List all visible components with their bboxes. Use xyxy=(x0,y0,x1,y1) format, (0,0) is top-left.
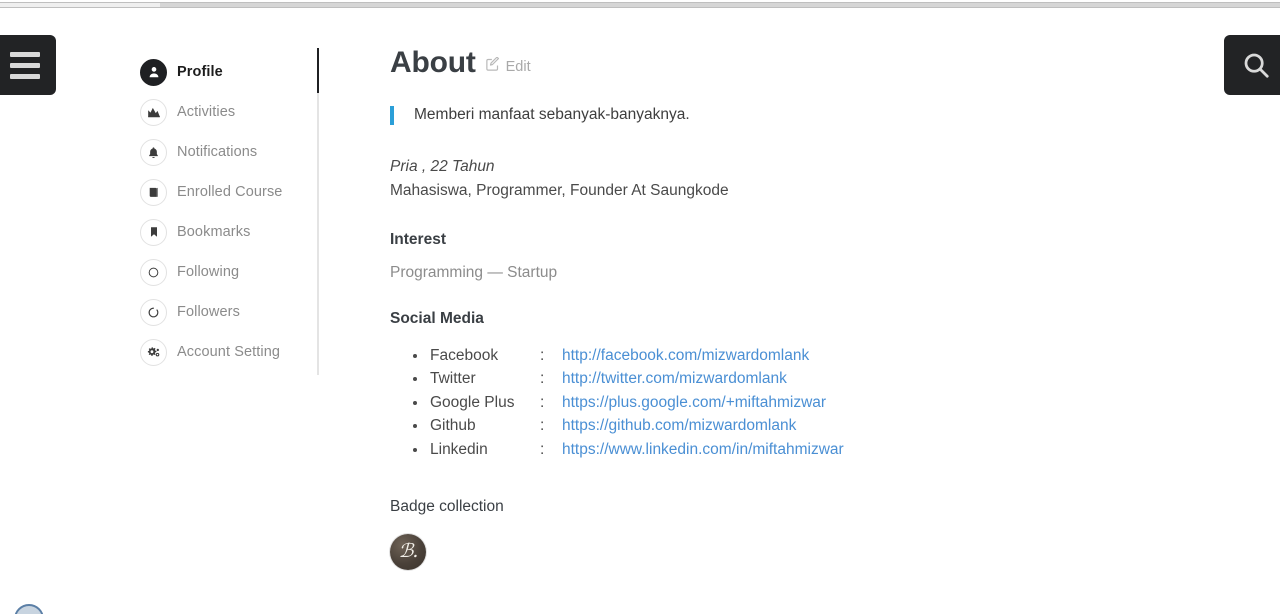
page-root: Profile Activities Notifications Enrolle… xyxy=(0,0,1280,614)
book-icon xyxy=(140,178,167,206)
hamburger-icon-bar xyxy=(10,73,40,79)
social-label: Twitter xyxy=(430,370,476,388)
social-label: Github xyxy=(430,417,476,435)
sidebar-item-label: Notifications xyxy=(177,144,258,160)
sidebar-item-label: Activities xyxy=(177,104,236,120)
user-icon xyxy=(140,58,167,86)
badge-collection-heading: Badge collection xyxy=(390,498,504,516)
search-button[interactable] xyxy=(1224,35,1280,95)
profile-sidebar: Profile Activities Notifications Enrolle… xyxy=(140,52,318,372)
bio-gender-age: Pria , 22 Tahun xyxy=(390,157,495,175)
social-separator: : xyxy=(540,417,545,435)
badge-collection-list: ℬ. xyxy=(390,534,1230,571)
list-item: Github : https://github.com/mizwardomlan… xyxy=(428,414,1230,438)
hamburger-icon-bar xyxy=(10,51,40,57)
search-icon xyxy=(1241,50,1271,80)
sidebar-item-following[interactable]: Following xyxy=(140,252,318,292)
sidebar-item-bookmarks[interactable]: Bookmarks xyxy=(140,212,318,252)
sidebar-item-label: Followers xyxy=(177,304,240,320)
sidebar-item-followers[interactable]: Followers xyxy=(140,292,318,332)
bio-occupation: Mahasiswa, Programmer, Founder At Saungk… xyxy=(390,181,729,199)
edit-about-button[interactable]: Edit xyxy=(485,56,531,77)
hamburger-icon-bar xyxy=(10,62,40,68)
sidebar-item-label: Following xyxy=(177,264,240,280)
social-separator: : xyxy=(540,393,545,411)
top-scroll-strip[interactable] xyxy=(0,2,1280,8)
bootstrap-badge[interactable]: ℬ. xyxy=(390,534,426,571)
sidebar-active-indicator xyxy=(317,48,319,93)
menu-toggle-button[interactable] xyxy=(0,35,56,95)
sidebar-item-label: Account Setting xyxy=(177,344,281,360)
list-item: Google Plus : https://plus.google.com/+m… xyxy=(428,391,1230,415)
social-link[interactable]: http://facebook.com/mizwardomlank xyxy=(562,344,809,368)
bell-icon xyxy=(140,138,167,166)
social-label: Facebook xyxy=(430,346,499,364)
social-label: Google Plus xyxy=(430,393,515,411)
sidebar-item-notifications[interactable]: Notifications xyxy=(140,132,318,172)
badge-glyph: ℬ. xyxy=(398,540,419,563)
sidebar-item-account-setting[interactable]: Account Setting xyxy=(140,332,318,372)
social-link[interactable]: http://twitter.com/mizwardomlank xyxy=(562,367,787,391)
edit-about-label: Edit xyxy=(505,59,531,75)
sidebar-item-label: Enrolled Course xyxy=(177,184,283,200)
top-scroll-thumb[interactable] xyxy=(0,3,160,7)
social-separator: : xyxy=(540,440,545,458)
social-label: Linkedin xyxy=(430,440,488,458)
sidebar-item-label: Profile xyxy=(177,64,223,80)
about-header: About Edit xyxy=(390,48,1230,78)
circle-notch-icon xyxy=(140,298,167,326)
help-bubble[interactable] xyxy=(14,604,44,614)
social-link[interactable]: https://github.com/mizwardomlank xyxy=(562,414,796,438)
social-separator: : xyxy=(540,370,545,388)
chart-area-icon xyxy=(140,98,167,126)
about-bio: Pria , 22 Tahun Mahasiswa, Programmer, F… xyxy=(390,155,1230,203)
about-quote: Memberi manfaat sebanyak-banyaknya. xyxy=(390,106,1230,125)
sidebar-divider xyxy=(317,48,319,375)
social-separator: : xyxy=(540,346,545,364)
social-link[interactable]: https://plus.google.com/+miftahmizwar xyxy=(562,391,826,415)
list-item: Facebook : http://facebook.com/mizwardom… xyxy=(428,344,1230,368)
list-item: Twitter : http://twitter.com/mizwardomla… xyxy=(428,367,1230,391)
interest-value: Programming — Startup xyxy=(390,263,558,281)
page-title: About xyxy=(390,46,476,79)
about-panel: About Edit Memberi manfaat sebanyak-bany… xyxy=(390,48,1230,571)
sidebar-item-profile[interactable]: Profile xyxy=(140,52,318,92)
sidebar-item-enrolled-course[interactable]: Enrolled Course xyxy=(140,172,318,212)
social-media-heading: Social Media xyxy=(390,309,484,327)
social-link[interactable]: https://www.linkedin.com/in/miftahmizwar xyxy=(562,438,844,462)
list-item: Linkedin : https://www.linkedin.com/in/m… xyxy=(428,438,1230,462)
sidebar-item-label: Bookmarks xyxy=(177,224,251,240)
pencil-square-icon xyxy=(485,56,500,77)
circle-icon xyxy=(140,258,167,286)
gears-icon xyxy=(140,338,167,366)
bookmark-icon xyxy=(140,218,167,246)
interest-heading: Interest xyxy=(390,230,446,248)
social-media-list: Facebook : http://facebook.com/mizwardom… xyxy=(390,344,1230,462)
sidebar-item-activities[interactable]: Activities xyxy=(140,92,318,132)
